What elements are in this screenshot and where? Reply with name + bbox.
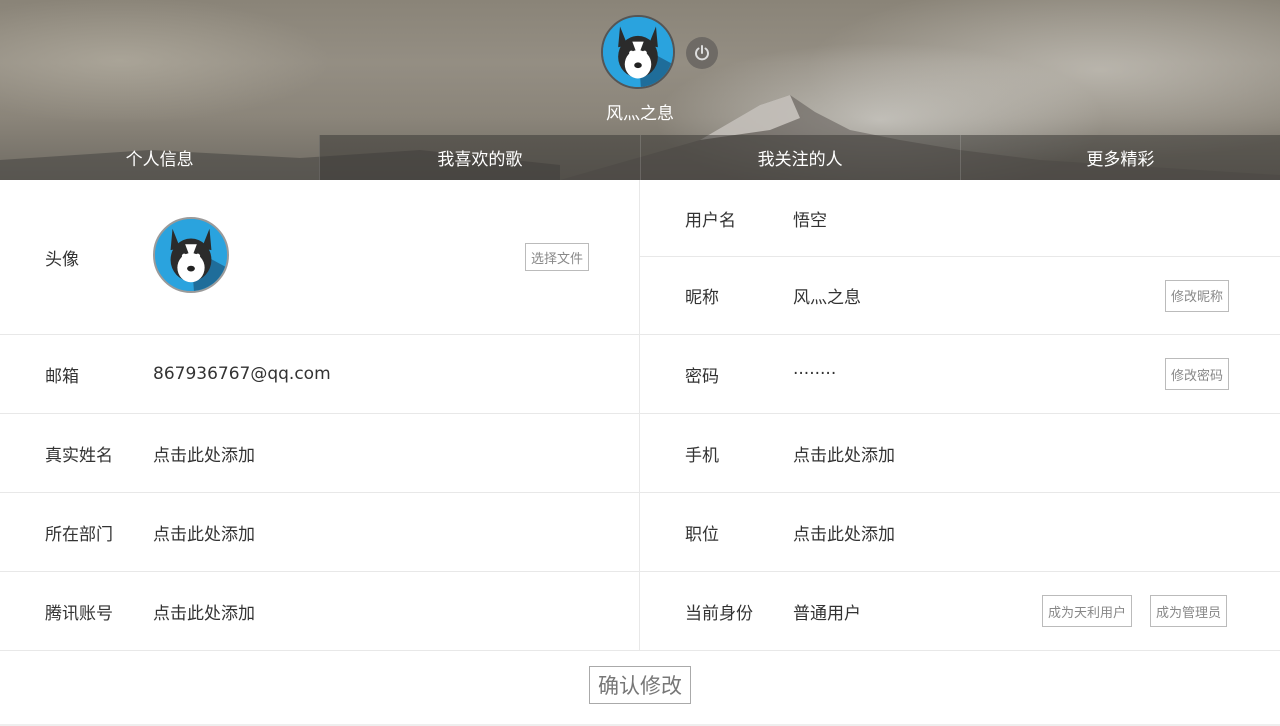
nickname-field: 昵称 风灬之息 修改昵称 xyxy=(640,257,1280,334)
email-value[interactable]: 867936767@qq.com xyxy=(153,364,331,384)
form-row: 真实姓名 点击此处添加 手机 点击此处添加 xyxy=(0,414,1280,493)
avatar-label: 头像 xyxy=(45,249,79,270)
become-vip-button[interactable]: 成为天利用户 xyxy=(1042,595,1133,627)
choose-file-button[interactable]: 选择文件 xyxy=(525,243,590,271)
password-value: ········ xyxy=(793,364,837,384)
nickname-value[interactable]: 风灬之息 xyxy=(793,283,861,308)
power-icon xyxy=(695,45,709,61)
identity-field: 当前身份 普通用户 成为天利用户 成为管理员 xyxy=(640,572,1280,650)
position-value[interactable]: 点击此处添加 xyxy=(793,520,895,545)
profile-header: 风灬之息 个人信息 我喜欢的歌 我关注的人 更多精彩 xyxy=(0,0,1280,180)
position-field: 职位 点击此处添加 xyxy=(640,493,1280,571)
profile-avatar[interactable] xyxy=(153,217,229,293)
account-cell: 用户名 悟空 昵称 风灬之息 修改昵称 xyxy=(640,180,1280,334)
header-nickname: 风灬之息 xyxy=(606,104,674,124)
form-row: 头像 选择文件 用户名 悟空 昵称 风灬之息 修改昵称 xyxy=(0,180,1280,335)
password-field: 密码 ········ 修改密码 xyxy=(640,335,1280,413)
tencent-account-field: 腾讯账号 点击此处添加 xyxy=(0,572,640,650)
form-footer: 确认修改 xyxy=(0,647,1280,726)
phone-label: 手机 xyxy=(685,445,719,466)
profile-form: 头像 选择文件 用户名 悟空 昵称 风灬之息 修改昵称 邮箱 867936767… xyxy=(0,180,1280,651)
phone-field: 手机 点击此处添加 xyxy=(640,414,1280,492)
nickname-label: 昵称 xyxy=(685,288,719,308)
email-field: 邮箱 867936767@qq.com xyxy=(0,335,640,413)
identity-label: 当前身份 xyxy=(685,603,753,624)
profile-tabs: 个人信息 我喜欢的歌 我关注的人 更多精彩 xyxy=(0,135,1280,180)
username-value: 悟空 xyxy=(793,210,827,231)
tab-following[interactable]: 我关注的人 xyxy=(639,135,960,180)
confirm-changes-button[interactable]: 确认修改 xyxy=(589,665,691,704)
tab-more[interactable]: 更多精彩 xyxy=(959,135,1280,180)
password-label: 密码 xyxy=(685,366,719,387)
tencent-account-label: 腾讯账号 xyxy=(45,603,113,624)
form-row: 所在部门 点击此处添加 职位 点击此处添加 xyxy=(0,493,1280,572)
real-name-field: 真实姓名 点击此处添加 xyxy=(0,414,640,492)
form-row: 邮箱 867936767@qq.com 密码 ········ 修改密码 xyxy=(0,335,1280,414)
change-password-button[interactable]: 修改密码 xyxy=(1165,358,1230,390)
department-value[interactable]: 点击此处添加 xyxy=(153,520,255,545)
logout-button[interactable] xyxy=(686,37,718,69)
avatar-cell: 头像 选择文件 xyxy=(0,180,640,334)
real-name-label: 真实姓名 xyxy=(45,445,113,466)
tab-personal-info[interactable]: 个人信息 xyxy=(0,135,319,180)
department-label: 所在部门 xyxy=(45,524,113,545)
email-label: 邮箱 xyxy=(45,366,79,387)
become-admin-button[interactable]: 成为管理员 xyxy=(1150,595,1228,627)
form-row: 腾讯账号 点击此处添加 当前身份 普通用户 成为天利用户 成为管理员 xyxy=(0,572,1280,651)
department-field: 所在部门 点击此处添加 xyxy=(0,493,640,571)
position-label: 职位 xyxy=(685,524,719,545)
edit-nickname-button[interactable]: 修改昵称 xyxy=(1165,279,1230,312)
identity-value: 普通用户 xyxy=(793,603,861,624)
username-field: 用户名 悟空 xyxy=(640,180,1280,257)
husky-avatar-icon xyxy=(155,219,227,291)
phone-value[interactable]: 点击此处添加 xyxy=(793,441,895,466)
tab-favorite-songs[interactable]: 我喜欢的歌 xyxy=(319,135,640,180)
username-label: 用户名 xyxy=(685,210,736,231)
husky-avatar-icon xyxy=(603,17,673,87)
real-name-value[interactable]: 点击此处添加 xyxy=(153,441,255,466)
header-avatar[interactable] xyxy=(601,15,675,89)
tencent-account-value[interactable]: 点击此处添加 xyxy=(153,599,255,624)
